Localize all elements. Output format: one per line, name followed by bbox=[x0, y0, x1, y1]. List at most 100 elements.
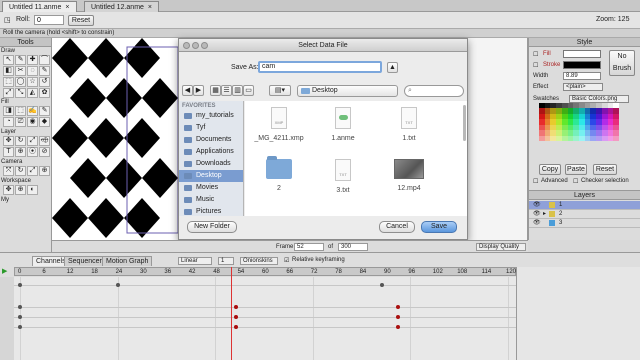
save-button[interactable]: Save bbox=[421, 221, 457, 233]
layer-tool-icon[interactable]: ⤢ bbox=[27, 136, 38, 146]
reset-style-button[interactable]: Reset bbox=[593, 164, 617, 175]
fill-tool-icon[interactable]: ◉ bbox=[27, 117, 38, 127]
column-view-button[interactable]: ▥ bbox=[232, 85, 243, 96]
expand-dialog-button[interactable]: ▲ bbox=[387, 62, 398, 73]
channel-tracks[interactable] bbox=[14, 277, 516, 360]
advanced-checkbox[interactable]: ☐ bbox=[533, 178, 538, 185]
doc-tab-untitled-12[interactable]: Untitled 12.anme × bbox=[84, 1, 160, 12]
file-scrollbar[interactable] bbox=[463, 105, 466, 141]
layer-tool-icon[interactable]: ✥ bbox=[3, 136, 14, 146]
layer-tool-icon[interactable]: T bbox=[3, 147, 14, 157]
playhead[interactable] bbox=[231, 267, 233, 360]
stroke-color-swatch[interactable] bbox=[563, 61, 601, 69]
back-button[interactable]: ◀ bbox=[182, 85, 193, 96]
keyframe[interactable] bbox=[18, 315, 22, 319]
layer-row-3[interactable]: 👁 3 bbox=[529, 219, 640, 228]
channel-track[interactable] bbox=[14, 317, 516, 318]
keyframe[interactable] bbox=[396, 305, 401, 309]
camera-tool-icon[interactable]: ⤧ bbox=[3, 166, 14, 176]
play-icon[interactable]: ▶ bbox=[2, 267, 7, 275]
keyframe[interactable] bbox=[233, 315, 238, 319]
frame-input[interactable]: 52 bbox=[294, 243, 324, 251]
draw-tool-icon[interactable]: ⌒ bbox=[39, 55, 50, 65]
keyframe[interactable] bbox=[18, 283, 22, 287]
tab-sequencer[interactable]: Sequencer bbox=[64, 256, 106, 266]
channel-track[interactable] bbox=[14, 307, 516, 308]
keyframe[interactable] bbox=[379, 283, 384, 287]
fill-tool-icon[interactable]: ⬚ bbox=[15, 106, 26, 116]
close-window-button[interactable] bbox=[183, 42, 190, 49]
paste-button[interactable]: Paste bbox=[565, 164, 587, 175]
sidebar-item-desktop[interactable]: Desktop bbox=[179, 170, 243, 182]
camera-tool-icon[interactable]: ↻ bbox=[15, 166, 26, 176]
width-input[interactable]: 8.89 bbox=[563, 72, 601, 80]
copy-button[interactable]: Copy bbox=[539, 164, 561, 175]
draw-tool-icon[interactable]: ◧ bbox=[3, 66, 14, 76]
icon-view-button[interactable]: ▦ bbox=[210, 85, 221, 96]
keyframe[interactable] bbox=[233, 325, 238, 329]
color-swatch[interactable] bbox=[613, 135, 619, 141]
cancel-button[interactable]: Cancel bbox=[379, 221, 415, 233]
draw-tool-icon[interactable]: ☆ bbox=[27, 77, 38, 87]
file-item[interactable]: 2 bbox=[249, 156, 309, 192]
layer-tool-icon[interactable]: ⊘ bbox=[39, 147, 50, 157]
draw-tool-icon[interactable]: ✂ bbox=[15, 66, 26, 76]
step-dropdown[interactable]: 1 bbox=[218, 257, 234, 265]
sidebar-item-movies[interactable]: Movies bbox=[179, 182, 243, 194]
fill-tool-icon[interactable]: ✍ bbox=[27, 106, 38, 116]
reset-button[interactable]: Reset bbox=[68, 15, 94, 26]
sidebar-item-pictures[interactable]: Pictures bbox=[179, 206, 243, 216]
layer-row-1[interactable]: 👁 1 bbox=[529, 201, 640, 210]
swatches-dropdown[interactable]: Basic Colors.png bbox=[569, 95, 629, 103]
coverflow-view-button[interactable]: ▭ bbox=[243, 85, 254, 96]
draw-tool-icon[interactable]: ⤢ bbox=[3, 88, 14, 98]
eye-icon[interactable]: 👁 bbox=[533, 219, 541, 228]
workspace-tool-icon[interactable]: ✥ bbox=[3, 185, 14, 195]
fill-checkbox[interactable]: ☐ bbox=[533, 51, 538, 58]
sidebar-item-tyf[interactable]: Tyf bbox=[179, 122, 243, 134]
location-popup[interactable]: Desktop bbox=[297, 85, 398, 97]
fill-tool-icon[interactable]: ◆ bbox=[39, 117, 50, 127]
keyframe[interactable] bbox=[233, 305, 238, 309]
keyframe[interactable] bbox=[396, 315, 401, 319]
display-quality-dropdown[interactable]: Display Quality bbox=[476, 243, 526, 251]
draw-tool-icon[interactable]: ✎ bbox=[39, 66, 50, 76]
checker-checkbox[interactable]: ☐ bbox=[573, 178, 578, 185]
forward-button[interactable]: ▶ bbox=[193, 85, 204, 96]
file-item[interactable]: TXT 1.txt bbox=[379, 107, 439, 142]
sidebar-item-my-tutorials[interactable]: my_tutorials bbox=[179, 110, 243, 122]
draw-tool-icon[interactable]: ✚ bbox=[27, 55, 38, 65]
doc-tab-untitled-11[interactable]: Untitled 11.anme × bbox=[2, 1, 77, 12]
fill-color-swatch[interactable] bbox=[563, 50, 601, 58]
draw-tool-icon[interactable]: ✎ bbox=[15, 55, 26, 65]
new-folder-button[interactable]: New Folder bbox=[187, 221, 237, 233]
camera-tool-icon[interactable]: ⤢ bbox=[27, 166, 38, 176]
sidebar-item-documents[interactable]: Documents bbox=[179, 134, 243, 146]
fill-tool-icon[interactable]: ⎚ bbox=[15, 117, 26, 127]
keyframe[interactable] bbox=[396, 325, 401, 329]
keyframe[interactable] bbox=[18, 305, 22, 309]
keyframe[interactable] bbox=[18, 325, 22, 329]
draw-tool-icon[interactable]: ◯ bbox=[15, 77, 26, 87]
roll-input[interactable] bbox=[34, 15, 64, 25]
zoom-window-button[interactable] bbox=[201, 42, 208, 49]
file-item[interactable]: 12.mp4 bbox=[379, 159, 439, 192]
expand-triangle-icon[interactable]: ▸ bbox=[543, 210, 546, 219]
save-as-field[interactable]: cam bbox=[258, 61, 382, 73]
interpolation-dropdown[interactable]: Linear bbox=[178, 257, 212, 265]
draw-tool-icon[interactable]: ⬚ bbox=[3, 77, 14, 87]
list-view-button[interactable]: ☰ bbox=[221, 85, 232, 96]
channel-track[interactable] bbox=[14, 327, 516, 328]
channel-track[interactable] bbox=[14, 285, 516, 286]
search-input[interactable]: ⌕ bbox=[404, 85, 464, 97]
sidebar-item-downloads[interactable]: Downloads bbox=[179, 158, 243, 170]
workspace-tool-icon[interactable]: ⊕ bbox=[15, 185, 26, 195]
keyframe[interactable] bbox=[115, 283, 120, 287]
sidebar-item-applications[interactable]: Applications bbox=[179, 146, 243, 158]
tab-motion-graph[interactable]: Motion Graph bbox=[102, 256, 153, 266]
fill-tool-icon[interactable]: ✎ bbox=[39, 106, 50, 116]
eye-icon[interactable]: 👁 bbox=[533, 210, 541, 219]
sidebar-item-music[interactable]: Music bbox=[179, 194, 243, 206]
file-item[interactable]: XMP _MG_4211.xmp bbox=[249, 107, 309, 142]
layer-tool-icon[interactable]: ⬲ bbox=[39, 136, 50, 146]
